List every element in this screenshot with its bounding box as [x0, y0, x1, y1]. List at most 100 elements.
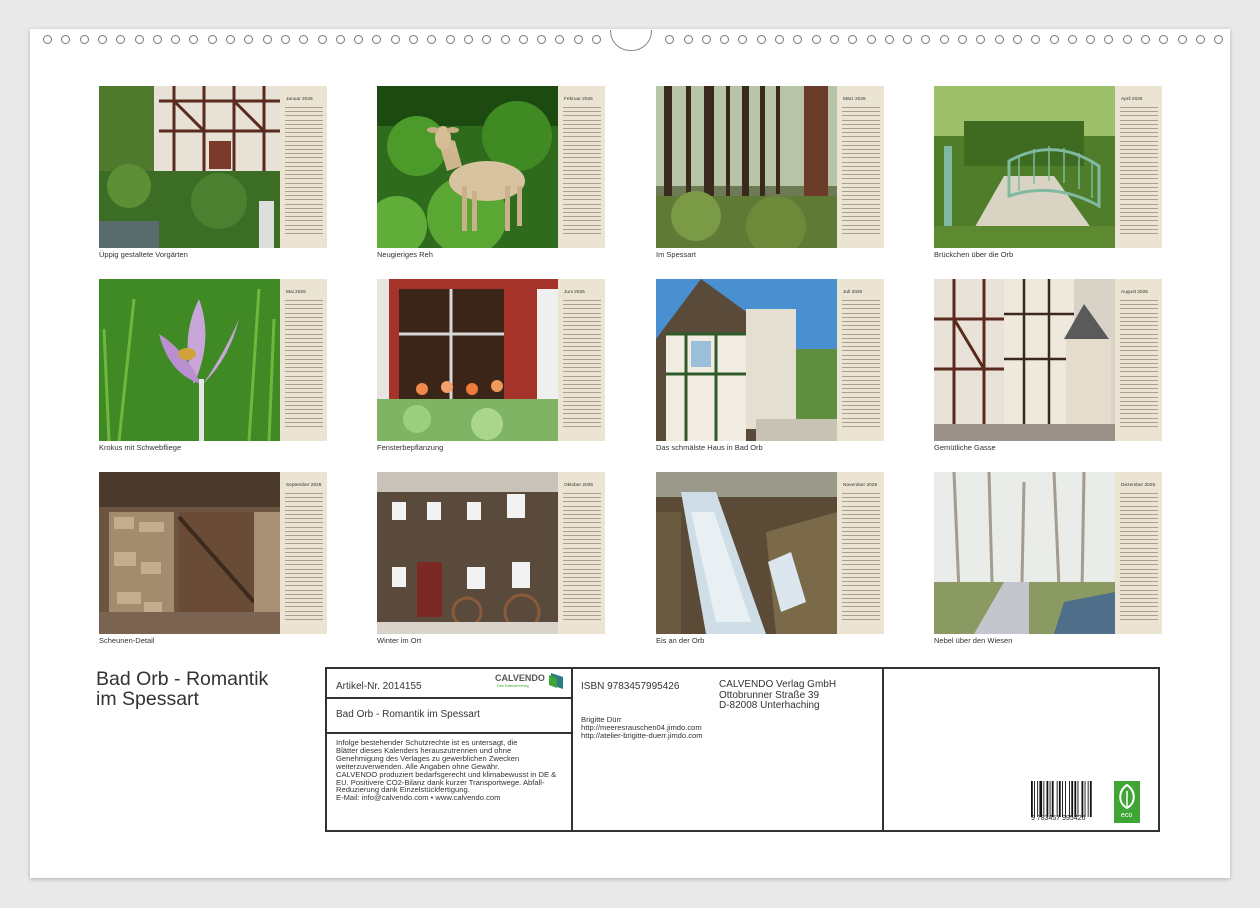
day-line	[563, 199, 601, 201]
binding-hole	[683, 35, 693, 44]
day-line	[842, 233, 880, 234]
month-cell: März 2026 Im Spessart	[656, 86, 886, 261]
day-line	[563, 421, 601, 423]
day-line	[1120, 417, 1158, 419]
binding-hole	[1159, 35, 1169, 44]
day-line	[842, 207, 880, 209]
day-line	[563, 505, 601, 507]
day-line	[1120, 182, 1158, 184]
publisher-address: CALVENDO Verlag GmbH Ottobrunner Straße …	[719, 679, 837, 712]
day-line	[1120, 212, 1158, 213]
author-link[interactable]: http://atelier-brigitte-duerr.jimdo.com	[581, 732, 703, 740]
binding-hole	[317, 35, 327, 44]
day-line	[1120, 300, 1158, 301]
day-line	[563, 417, 601, 419]
day-line	[285, 577, 323, 578]
day-line	[842, 409, 880, 411]
barcode-bar	[1049, 781, 1051, 817]
day-line	[842, 614, 880, 616]
day-line	[842, 153, 880, 155]
day-line	[1120, 505, 1158, 507]
day-line	[842, 593, 880, 595]
divider	[327, 732, 571, 734]
day-line	[563, 426, 601, 427]
day-line	[563, 367, 601, 369]
day-line	[842, 228, 880, 230]
title-line-2: im Spessart	[96, 688, 199, 710]
day-line	[285, 350, 323, 352]
day-line	[563, 178, 601, 180]
day-line	[1120, 132, 1158, 134]
day-line	[563, 342, 601, 343]
day-line	[285, 165, 323, 167]
day-line	[563, 602, 601, 604]
day-line	[285, 123, 323, 125]
author-info: Brigitte Dürr http://meeresrauschen04.ji…	[581, 716, 703, 740]
day-line	[842, 316, 880, 318]
day-line	[563, 157, 601, 159]
day-line	[1120, 316, 1158, 318]
day-line	[285, 367, 323, 369]
barcode-bar	[1043, 781, 1045, 817]
binding-hole	[79, 35, 89, 44]
day-line	[563, 228, 601, 230]
day-line	[563, 123, 601, 125]
day-line	[1120, 493, 1158, 494]
day-line	[1120, 233, 1158, 234]
photo-caption: Scheunen-Detail	[99, 636, 155, 645]
day-line	[563, 614, 601, 616]
day-line	[285, 224, 323, 226]
day-line	[285, 233, 323, 234]
photo-caption: Neugieriges Reh	[377, 250, 433, 259]
day-line	[1120, 585, 1158, 587]
day-line	[1120, 514, 1158, 515]
barcode-bars	[1031, 781, 1092, 817]
day-line	[285, 543, 323, 545]
photo-caption: Nebel über den Wiesen	[934, 636, 1013, 645]
publisher-line: D-82008 Unterhaching	[719, 700, 820, 711]
month-photo	[377, 86, 558, 248]
day-line	[1120, 535, 1158, 536]
day-line	[285, 308, 323, 310]
legal-notice: Infolge bestehender Schutzrechte ist es …	[336, 739, 556, 802]
day-line	[285, 132, 323, 134]
binding-hole	[445, 35, 455, 44]
day-line	[285, 115, 323, 117]
day-line	[563, 493, 601, 494]
day-line	[563, 203, 601, 205]
day-line	[1120, 161, 1158, 163]
day-line	[563, 224, 601, 226]
day-line	[563, 572, 601, 574]
binding-hole	[463, 35, 473, 44]
day-line	[842, 413, 880, 415]
day-line	[285, 161, 323, 163]
day-line	[842, 539, 880, 541]
month-cell: Juni 2026 Fensterbepflanzung	[377, 279, 607, 454]
day-line	[842, 195, 880, 197]
day-line	[563, 509, 601, 511]
day-line	[842, 182, 880, 184]
day-line	[1120, 396, 1158, 398]
day-line	[285, 136, 323, 138]
month-photo	[377, 472, 558, 634]
day-line	[563, 375, 601, 377]
day-line	[285, 426, 323, 427]
day-line	[285, 602, 323, 604]
day-line	[1120, 539, 1158, 541]
day-line	[842, 157, 880, 159]
day-line	[842, 111, 880, 113]
month-cell: Dezember 2026 Nebel über den Wiesen	[934, 472, 1164, 647]
day-line	[842, 501, 880, 503]
month-label: August 2026	[1121, 290, 1148, 295]
binding-hole	[390, 35, 400, 44]
day-line	[842, 212, 880, 213]
month-label: Februar 2026	[564, 97, 593, 102]
divider	[327, 697, 571, 699]
day-line	[842, 598, 880, 599]
day-line	[842, 346, 880, 348]
day-line	[842, 149, 880, 150]
day-line	[1120, 371, 1158, 373]
day-line	[285, 572, 323, 574]
day-line	[285, 598, 323, 599]
publisher-line: CALVENDO Verlag GmbH	[719, 679, 837, 690]
